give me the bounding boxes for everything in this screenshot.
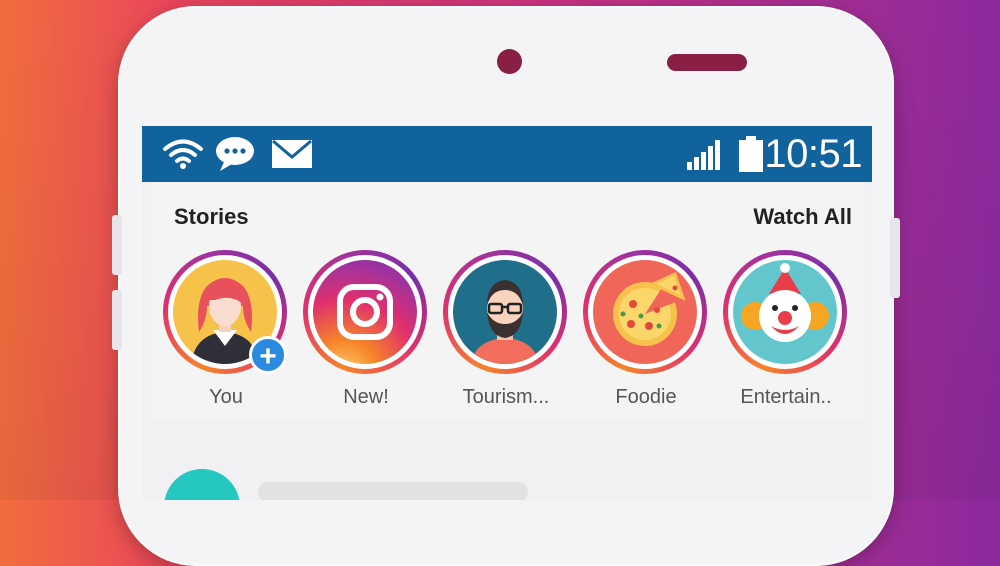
stories-section: Stories Watch All + You New! Tourism... …: [152, 182, 864, 420]
mail-icon: [272, 140, 312, 168]
chat-bubble-icon: [216, 137, 254, 171]
phone-side-button: [890, 218, 900, 298]
phone-side-button: [112, 290, 122, 350]
phone-side-button: [112, 215, 122, 275]
story-label: New!: [343, 386, 389, 408]
feed-avatar[interactable]: [164, 469, 240, 500]
story-label: Foodie: [615, 386, 677, 408]
story-you[interactable]: + You: [163, 250, 289, 408]
wifi-icon: [163, 139, 203, 169]
feed-text-placeholder: [258, 482, 528, 500]
bearded-man-avatar-icon: [453, 260, 557, 364]
story-tourism[interactable]: Tourism...: [443, 250, 569, 408]
story-new[interactable]: New!: [303, 250, 429, 408]
clock-time: 10:51: [764, 132, 862, 176]
story-foodie[interactable]: Foodie: [583, 250, 709, 408]
pizza-icon: [593, 260, 697, 364]
story-label: You: [209, 386, 243, 408]
signal-icon: [687, 140, 720, 170]
instagram-logo-icon: [313, 260, 417, 364]
clown-icon: [733, 260, 837, 364]
watch-all-link[interactable]: Watch All: [753, 204, 852, 230]
status-bar: 10:51: [142, 126, 872, 182]
add-story-button[interactable]: +: [249, 336, 287, 374]
earpiece-speaker: [667, 54, 747, 71]
stories-title: Stories: [174, 204, 249, 229]
story-label: Entertain..: [740, 386, 832, 408]
phone-screen: 10:51 Stories Watch All + You New! Touri…: [142, 126, 872, 500]
story-label: Tourism...: [462, 386, 550, 408]
battery-icon: [739, 136, 763, 172]
front-camera: [497, 49, 522, 74]
story-entertain[interactable]: Entertain..: [723, 250, 849, 408]
